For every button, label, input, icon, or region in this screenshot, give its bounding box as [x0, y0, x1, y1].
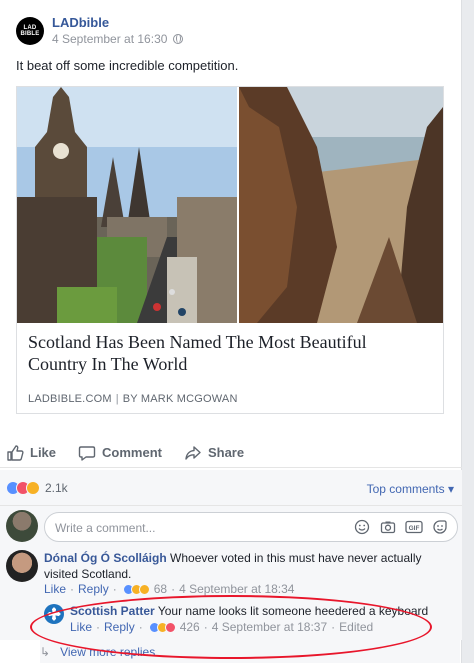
- reply-item: Scottish Patter Your name looks lit some…: [0, 600, 462, 640]
- comment-bubble-icon: [78, 445, 96, 461]
- reply-edited-label[interactable]: Edited: [339, 620, 373, 634]
- reply-reply-button[interactable]: Reply: [104, 620, 135, 634]
- sticker-icon[interactable]: [431, 518, 449, 536]
- link-source: LADBIBLE.COM | BY MARK MCGOWAN: [28, 393, 238, 405]
- thumbs-up-icon: [7, 444, 24, 461]
- comment-author[interactable]: Dónal Óg Ó Scolláigh: [44, 551, 167, 565]
- link-title[interactable]: Scotland Has Been Named The Most Beautif…: [28, 331, 428, 375]
- svg-text:GIF: GIF: [409, 525, 420, 532]
- meta-separator: ·: [171, 582, 176, 596]
- link-preview-image[interactable]: [17, 87, 443, 323]
- reactions-summary: 2.1k Top comments ▾: [0, 470, 462, 506]
- share-arrow-icon: [185, 445, 201, 460]
- reply-like-button[interactable]: Like: [70, 620, 92, 634]
- link-separator: |: [115, 393, 119, 405]
- meta-separator: ·: [203, 620, 208, 634]
- reply-reactions[interactable]: [148, 621, 176, 633]
- post-text: It beat off some incredible competition.: [16, 58, 239, 73]
- meta-separator: ·: [96, 620, 101, 634]
- saltire-icon: [47, 607, 61, 621]
- comment-input-placeholder: Write a comment...: [55, 521, 156, 535]
- globe-icon: [173, 34, 184, 44]
- comment-label: Comment: [102, 445, 162, 460]
- logo-text-bottom: BIBLE: [20, 31, 40, 37]
- meta-separator: ·: [112, 582, 117, 596]
- share-button[interactable]: Share: [184, 444, 244, 462]
- comment-button[interactable]: Comment: [78, 444, 162, 462]
- comment-composer-row: Write a comment... GIF: [0, 506, 462, 546]
- link-author: BY MARK MCGOWAN: [122, 393, 238, 405]
- meta-separator: ·: [70, 582, 75, 596]
- reply-reaction-count[interactable]: 426: [180, 620, 200, 634]
- comment-meta: Like · Reply · 68 · 4 September at 18:34: [44, 582, 294, 596]
- gif-icon[interactable]: GIF: [405, 518, 423, 536]
- reaction-count[interactable]: 2.1k: [45, 481, 68, 495]
- comment-reaction-count[interactable]: 68: [154, 582, 167, 596]
- comment-reply-button[interactable]: Reply: [78, 582, 109, 596]
- comment-item: Dónal Óg Ó Scolláigh Whoever voted in th…: [0, 546, 462, 600]
- haha-reaction-icon[interactable]: [26, 480, 40, 495]
- reply-arrow-icon: ↳: [40, 644, 51, 659]
- link-preview[interactable]: Scotland Has Been Named The Most Beautif…: [16, 86, 444, 414]
- camera-icon[interactable]: [379, 518, 397, 536]
- current-user-avatar[interactable]: [6, 510, 38, 542]
- love-reaction-icon: [164, 621, 176, 633]
- meta-separator: ·: [138, 620, 143, 634]
- scotland-photo-collage: [17, 87, 443, 323]
- reply-text: Your name looks lit someone heedered a k…: [157, 604, 429, 618]
- top-comments-dropdown[interactable]: Top comments ▾: [367, 482, 454, 496]
- top-comments-label: Top comments: [366, 482, 445, 496]
- page-name-link[interactable]: LADbible: [52, 15, 183, 31]
- caret-down-icon: ▾: [447, 482, 454, 496]
- reply-timestamp[interactable]: 4 September at 18:37: [212, 620, 327, 634]
- meta-separator: ·: [331, 620, 336, 634]
- comment-body: Dónal Óg Ó Scolláigh Whoever voted in th…: [44, 550, 454, 582]
- reply-author[interactable]: Scottish Patter: [70, 604, 155, 618]
- comment-like-button[interactable]: Like: [44, 582, 66, 596]
- share-label: Share: [207, 445, 245, 460]
- link-domain: LADBIBLE.COM: [28, 393, 112, 405]
- like-label: Like: [30, 445, 57, 460]
- emoji-icon[interactable]: [353, 518, 371, 536]
- page-avatar[interactable]: LAD BIBLE: [16, 17, 44, 45]
- reply-body: Scottish Patter Your name looks lit some…: [70, 603, 428, 619]
- comment-timestamp[interactable]: 4 September at 18:34: [179, 582, 294, 596]
- post-card: LAD BIBLE LADbible 4 September at 16:30 …: [0, 0, 462, 663]
- post-actions: Like Comment Share: [0, 438, 462, 468]
- post-timestamp[interactable]: 4 September at 16:30: [52, 31, 167, 47]
- commenter-avatar[interactable]: [6, 550, 38, 582]
- wow-reaction-icon: [138, 583, 150, 595]
- replier-avatar[interactable]: [44, 604, 64, 624]
- like-button[interactable]: Like: [6, 444, 56, 462]
- comment-input[interactable]: Write a comment... GIF: [44, 512, 458, 542]
- post-header: LAD BIBLE LADbible 4 September at 16:30: [16, 14, 184, 48]
- view-more-replies[interactable]: ↳ View more replies: [40, 640, 460, 663]
- comment-reactions[interactable]: [122, 583, 150, 595]
- view-more-label: View more replies: [60, 644, 156, 659]
- reply-meta: Like · Reply · 426 · 4 September at 18:3…: [70, 620, 373, 634]
